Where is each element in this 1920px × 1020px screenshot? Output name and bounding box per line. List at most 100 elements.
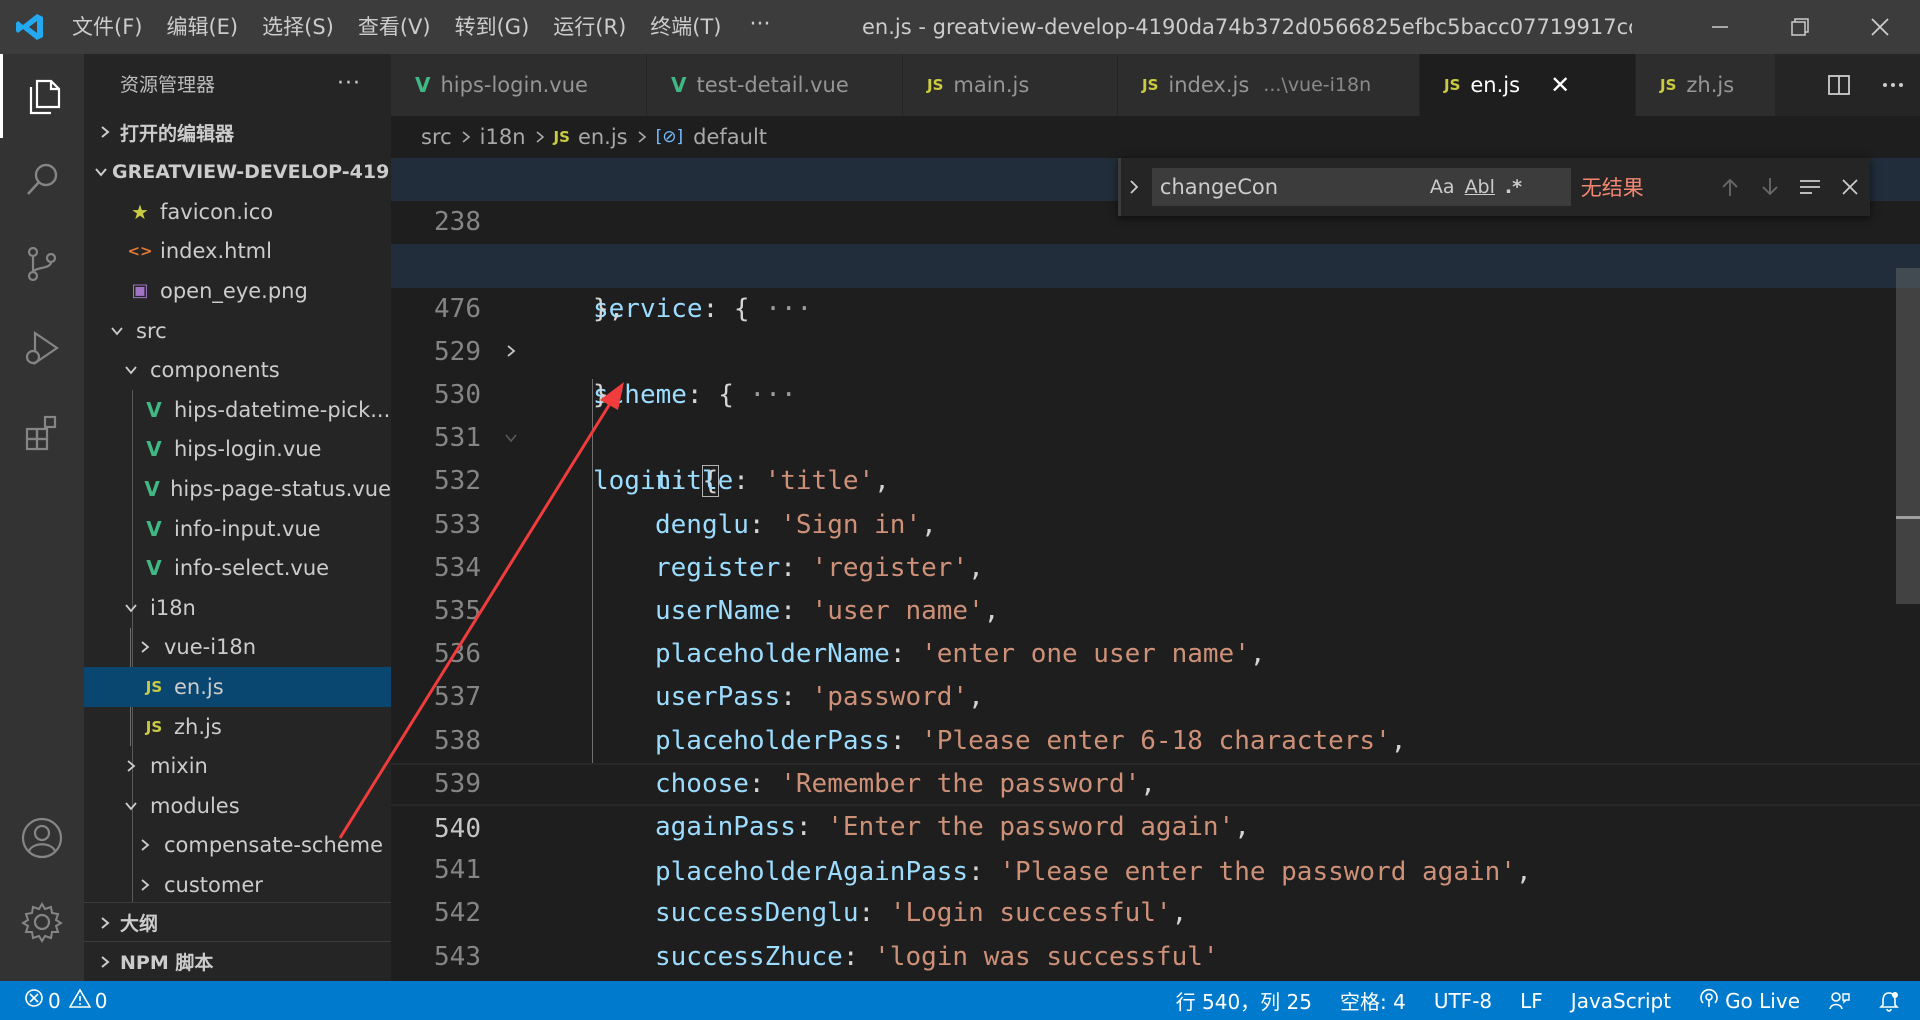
- run-debug-icon[interactable]: [0, 306, 84, 390]
- code-line[interactable]: 534 userName: 'user name',: [391, 504, 1920, 626]
- explorer-more-button[interactable]: ···: [337, 71, 361, 96]
- breadcrumb-file[interactable]: en.js: [578, 125, 628, 149]
- tab-en-js[interactable]: JS en.js ✕: [1420, 54, 1636, 116]
- code-line[interactable]: 541 successDenglu: 'Login successful',: [391, 806, 1920, 928]
- menu-file[interactable]: 文件(F): [60, 0, 154, 54]
- npm-scripts-section[interactable]: NPM 脚本: [84, 941, 391, 981]
- code-line[interactable]: 537 placeholderPass: 'Please enter 6-18 …: [391, 633, 1920, 755]
- tree-folder-customer[interactable]: customer: [84, 865, 391, 905]
- more-actions-icon[interactable]: [1866, 54, 1920, 116]
- tree-item-vue[interactable]: V info-select.vue: [84, 548, 391, 588]
- outline-label: 大纲: [120, 913, 159, 935]
- close-tab-icon[interactable]: ✕: [1550, 71, 1570, 99]
- chevron-down-icon: [94, 165, 108, 179]
- code-line[interactable]: 544: [391, 936, 1920, 979]
- close-window-button[interactable]: [1840, 0, 1920, 54]
- tree-item-favicon[interactable]: ★ favicon.ico: [84, 192, 391, 232]
- tree-folder-mixin[interactable]: mixin: [84, 746, 391, 786]
- tree-folder-vue-i18n[interactable]: vue-i18n: [84, 628, 391, 668]
- account-icon[interactable]: [0, 796, 84, 880]
- code-line[interactable]: 530 login: {: [391, 331, 1920, 498]
- next-match-arrow-down-icon[interactable]: [1750, 167, 1790, 207]
- tree-folder-modules[interactable]: modules: [84, 786, 391, 826]
- tree-item-vue[interactable]: V hips-datetime-pick...: [84, 390, 391, 430]
- cursor-position[interactable]: 行 540，列 25: [1162, 986, 1326, 1015]
- code-line-current[interactable]: 540 placeholderAgainPass: 'Please enter …: [391, 762, 1920, 887]
- code-line[interactable]: 535 placeholderName: 'enter one user nam…: [391, 547, 1920, 669]
- find-input[interactable]: [1159, 175, 1420, 199]
- js-file-icon: JS: [927, 76, 944, 94]
- menu-selection[interactable]: 选择(S): [250, 0, 346, 54]
- vue-file-icon: V: [146, 516, 162, 541]
- breadcrumb-i18n[interactable]: i18n: [480, 125, 526, 149]
- close-find-icon[interactable]: [1830, 167, 1870, 207]
- toggle-replace-chevron-icon[interactable]: [1118, 158, 1148, 216]
- settings-gear-icon[interactable]: [0, 880, 84, 964]
- extensions-icon[interactable]: [0, 390, 84, 474]
- tab-test-detail[interactable]: V test-detail.vue: [647, 54, 903, 116]
- source-control-icon[interactable]: [0, 222, 84, 306]
- tree-item-index-html[interactable]: <> index.html: [84, 232, 391, 272]
- code-line[interactable]: 531 title: 'title',: [391, 374, 1920, 496]
- menu-more-button[interactable]: ···: [733, 0, 786, 54]
- code-editor[interactable]: 238 service: { ··· 475 }, 476 scheme: { …: [391, 158, 1920, 981]
- breadcrumb-symbol[interactable]: default: [693, 125, 767, 149]
- tree-item-vue[interactable]: V info-input.vue: [84, 509, 391, 549]
- menu-edit[interactable]: 编辑(E): [154, 0, 250, 54]
- feedback-icon[interactable]: [1814, 990, 1864, 1012]
- tree-item-vue[interactable]: V hips-page-status.vue: [84, 469, 391, 509]
- tab-main-js[interactable]: JS main.js: [903, 54, 1118, 116]
- indentation-setting[interactable]: 空格: 4: [1326, 986, 1420, 1015]
- match-case-icon[interactable]: Aa: [1430, 176, 1455, 198]
- code-line[interactable]: 533 register: 'register',: [391, 460, 1920, 583]
- tree-item-en-js[interactable]: JS en.js: [84, 667, 391, 707]
- outline-section[interactable]: 大纲: [84, 902, 391, 942]
- restore-button[interactable]: [1760, 0, 1840, 54]
- encoding-setting[interactable]: UTF-8: [1420, 989, 1506, 1013]
- tree-folder-i18n[interactable]: i18n: [84, 588, 391, 628]
- menu-view[interactable]: 查看(V): [346, 0, 443, 54]
- tree-item-label: hips-datetime-pick...: [174, 397, 391, 422]
- notifications-bell-icon[interactable]: [1864, 990, 1920, 1012]
- code-line[interactable]: 529 },: [391, 288, 1920, 410]
- code-line[interactable]: 532 denglu: 'Sign in',: [391, 417, 1920, 539]
- tree-item-zh-js[interactable]: JS zh.js: [84, 707, 391, 747]
- tree-item-open-eye[interactable]: ▣ open_eye.png: [84, 271, 391, 311]
- code-line[interactable]: 538 choose: 'Remember the password',: [391, 676, 1920, 799]
- breadcrumb-src[interactable]: src: [421, 125, 452, 149]
- code-line[interactable]: 476 scheme: { ···: [391, 244, 1920, 410]
- code-line[interactable]: 536 userPass: 'password',: [391, 590, 1920, 712]
- go-live-button[interactable]: Go Live: [1685, 988, 1814, 1013]
- menu-terminal[interactable]: 终端(T): [638, 0, 733, 54]
- search-icon[interactable]: [0, 138, 84, 222]
- tab-hips-login[interactable]: V hips-login.vue: [391, 54, 647, 116]
- tree-folder-compensate-scheme[interactable]: compensate-scheme: [84, 826, 391, 866]
- chevron-right-icon: [534, 125, 546, 149]
- minimize-button[interactable]: [1680, 0, 1760, 54]
- language-mode[interactable]: JavaScript: [1557, 989, 1685, 1013]
- match-whole-word-icon[interactable]: Abl: [1465, 176, 1495, 198]
- tree-item-vue[interactable]: V hips-login.vue: [84, 430, 391, 470]
- regex-icon[interactable]: .*: [1505, 176, 1522, 198]
- code-line[interactable]: 543 }: [391, 892, 1920, 972]
- js-file-icon: JS: [1444, 76, 1461, 94]
- previous-match-arrow-up-icon[interactable]: [1710, 167, 1750, 207]
- menu-run[interactable]: 运行(R): [541, 0, 638, 54]
- code-line[interactable]: 542 successZhuce: 'login was successful': [391, 849, 1920, 971]
- tab-index-js[interactable]: JS index.js ...\vue-i18n: [1118, 54, 1420, 116]
- tab-actions: [1796, 54, 1920, 116]
- tree-folder-components[interactable]: components: [84, 350, 391, 390]
- find-in-selection-icon[interactable]: [1790, 167, 1830, 207]
- tree-folder-src[interactable]: src: [84, 311, 391, 351]
- scrollbar-thumb[interactable]: [1896, 268, 1920, 604]
- file-tree: ★ favicon.ico <> index.html ▣ open_eye.p…: [84, 192, 391, 905]
- eol-setting[interactable]: LF: [1506, 989, 1557, 1013]
- explorer-icon[interactable]: [0, 54, 84, 138]
- tab-zh-js[interactable]: JS zh.js: [1636, 54, 1776, 116]
- split-editor-icon[interactable]: [1812, 54, 1866, 116]
- open-editors-section[interactable]: 打开的编辑器: [84, 112, 391, 152]
- code-line[interactable]: 539 againPass: 'Enter the password again…: [391, 720, 1920, 842]
- project-section[interactable]: GREATVIEW-DEVELOP-419...: [84, 152, 391, 192]
- problems-indicator[interactable]: 0 0: [24, 988, 113, 1013]
- menu-go[interactable]: 转到(G): [443, 0, 542, 54]
